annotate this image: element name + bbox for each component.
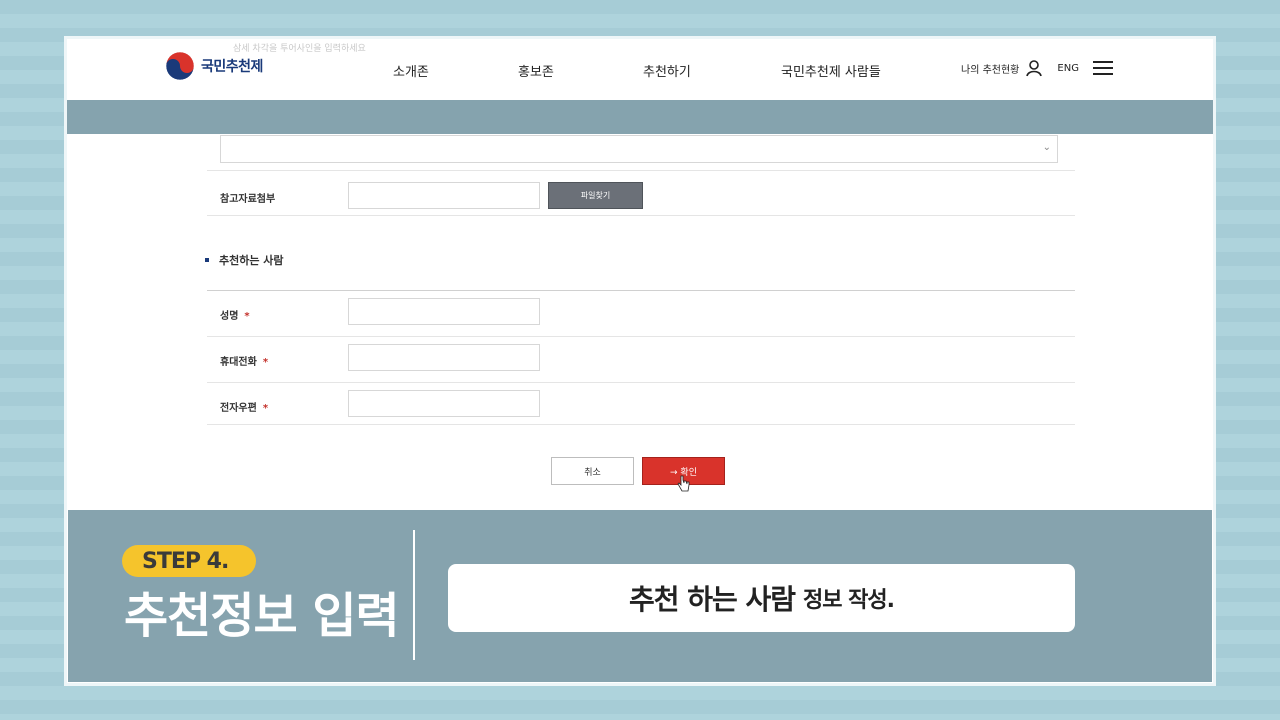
section-bullet: [205, 258, 209, 262]
name-input[interactable]: [348, 298, 540, 325]
name-label: 성명 *: [220, 311, 250, 322]
hand-cursor-icon: [677, 475, 690, 492]
file-path-input[interactable]: [348, 182, 540, 209]
phone-input[interactable]: [348, 344, 540, 371]
cancel-button[interactable]: 취소: [551, 457, 634, 485]
caption-main: 추천 하는 사람: [628, 583, 796, 616]
file-browse-button[interactable]: 파일찾기: [548, 182, 643, 209]
divider: [207, 290, 1075, 291]
nav-people[interactable]: 국민추천제 사람들: [781, 61, 881, 80]
phone-label: 휴대전화 *: [220, 357, 269, 368]
header-utils: 나의 추천현황 ENG: [961, 59, 1113, 77]
caption-box: 추천 하는 사람 정보 작성.: [448, 564, 1075, 632]
my-status-link[interactable]: 나의 추천현황: [961, 61, 1019, 76]
category-select[interactable]: ⌄: [220, 135, 1058, 163]
chevron-down-icon: ⌄: [1042, 142, 1051, 153]
logo-text: 국민추천제: [201, 59, 263, 75]
nav-recommend[interactable]: 추천하기: [643, 61, 691, 80]
section-recommender: 추천하는 사람: [205, 252, 284, 268]
nav-intro[interactable]: 소개존: [393, 61, 429, 80]
caption-sub: 정보 작성.: [803, 588, 895, 613]
step-badge: STEP 4.: [122, 545, 256, 577]
divider: [207, 382, 1075, 383]
user-icon[interactable]: [1025, 59, 1043, 77]
email-input[interactable]: [348, 390, 540, 417]
nav-promo[interactable]: 홍보존: [518, 61, 554, 80]
site-header: 삼세 차각을 투어사인을 입력하세요 국민추천제 소개존 홍보존 추천하기 국민…: [67, 39, 1213, 100]
caption-divider: [413, 530, 415, 660]
caption-band: STEP 4. 추천정보 입력 추천 하는 사람 정보 작성.: [68, 510, 1212, 682]
site-logo[interactable]: 국민추천제: [165, 51, 263, 81]
divider: [207, 215, 1075, 216]
divider: [207, 170, 1075, 171]
taegeuk-logo-icon: [165, 51, 195, 81]
lang-toggle[interactable]: ENG: [1057, 63, 1079, 74]
attachment-label: 참고자료첨부: [220, 194, 276, 205]
email-label: 전자우편 *: [220, 403, 269, 414]
hamburger-menu-icon[interactable]: [1092, 60, 1113, 76]
header-band: [67, 100, 1213, 134]
divider: [207, 336, 1075, 337]
divider: [207, 424, 1075, 425]
section-title: 추천하는 사람: [219, 254, 284, 267]
caption-title: 추천정보 입력: [124, 588, 400, 644]
